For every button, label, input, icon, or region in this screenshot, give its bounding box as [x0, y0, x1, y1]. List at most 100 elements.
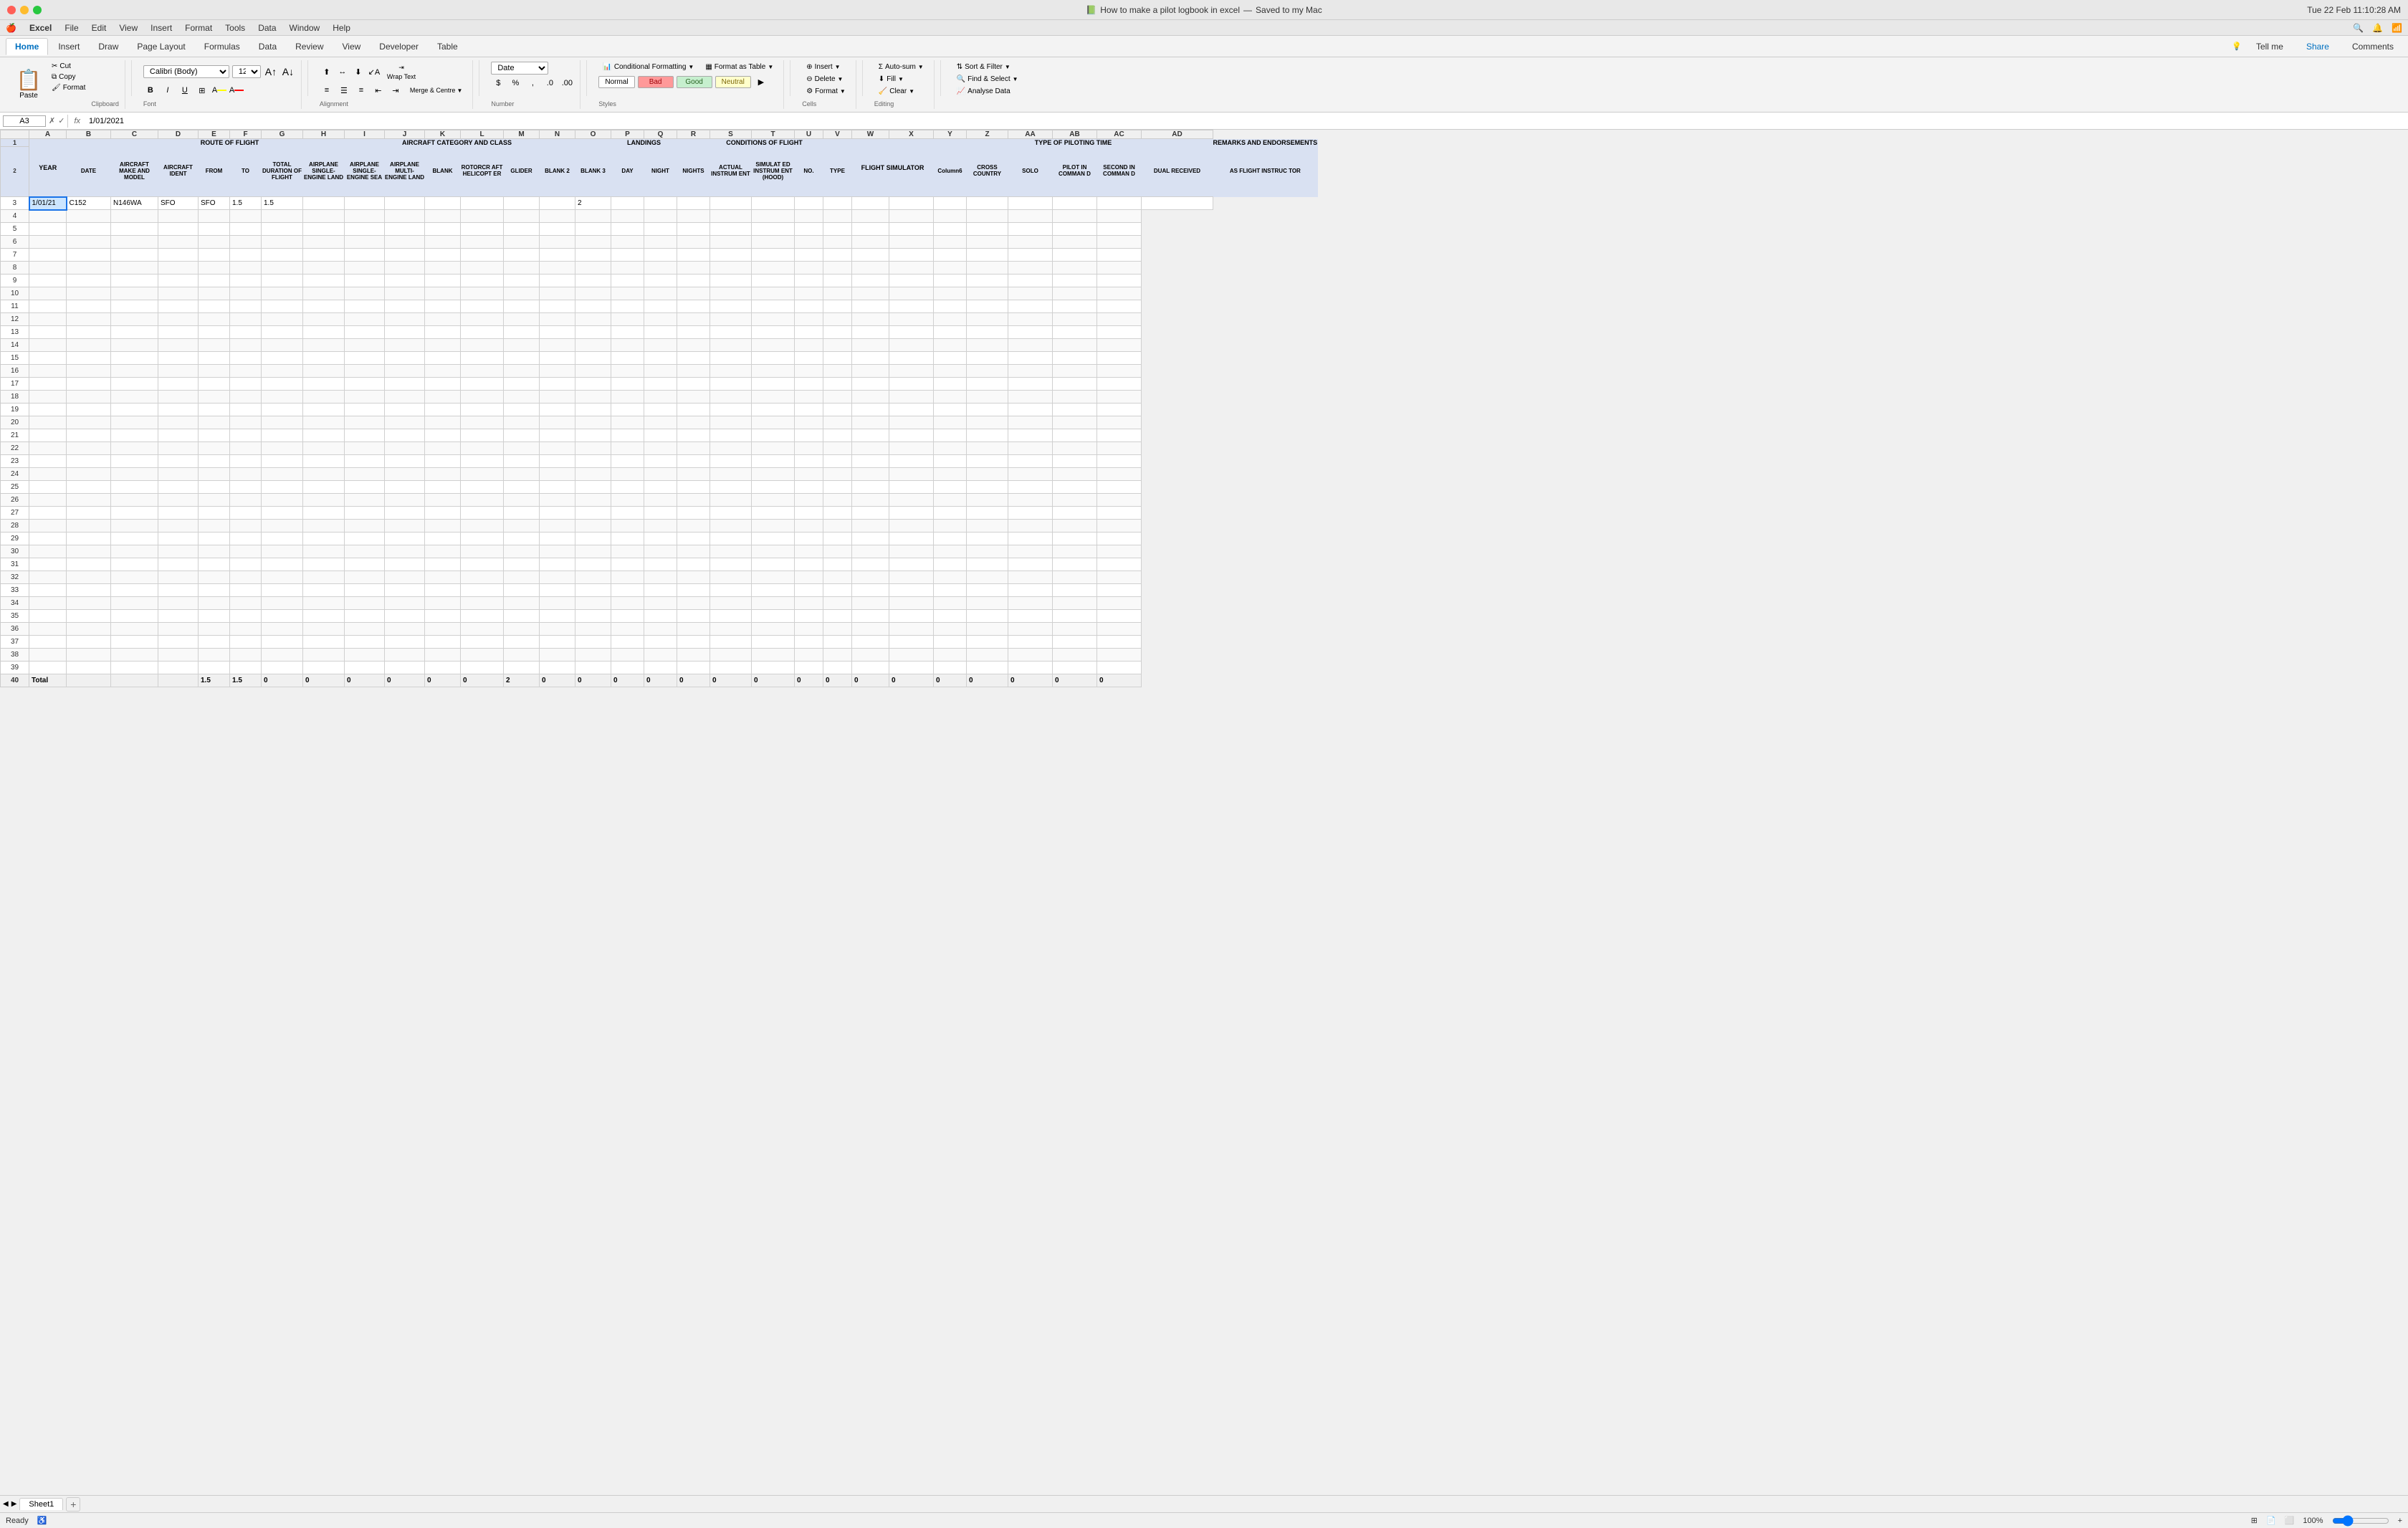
- cell-r12-c18[interactable]: [677, 313, 710, 326]
- cell-r11-c1[interactable]: [29, 300, 67, 313]
- cell-r19-c16[interactable]: [611, 404, 644, 416]
- cell-r19-c28[interactable]: [1053, 404, 1097, 416]
- underline-button[interactable]: U: [178, 83, 192, 97]
- cell-r31-c11[interactable]: [425, 558, 461, 571]
- col-S[interactable]: S: [710, 130, 752, 139]
- cell-r10-c17[interactable]: [644, 287, 677, 300]
- cell-r27-c26[interactable]: [967, 507, 1008, 520]
- cell-r39-c23[interactable]: [852, 662, 889, 674]
- cell-r22-c15[interactable]: [575, 442, 611, 455]
- cell-r30-c11[interactable]: [425, 545, 461, 558]
- cell-r35-c2[interactable]: [67, 610, 111, 623]
- cell-r4-c20[interactable]: [752, 210, 795, 223]
- cell-r27-c5[interactable]: [199, 507, 230, 520]
- cell-r28-c1[interactable]: [29, 520, 67, 533]
- cell-r10-c16[interactable]: [611, 287, 644, 300]
- cell-r29-c15[interactable]: [575, 533, 611, 545]
- cell-r10-c5[interactable]: [199, 287, 230, 300]
- cell-r5-c20[interactable]: [752, 223, 795, 236]
- decrease-font-btn[interactable]: A↓: [281, 65, 295, 79]
- cell-r22-c2[interactable]: [67, 442, 111, 455]
- cell-r25-c11[interactable]: [425, 481, 461, 494]
- cell-r11-c19[interactable]: [710, 300, 752, 313]
- cell-r39-c12[interactable]: [461, 662, 504, 674]
- cell-r34-c8[interactable]: [303, 597, 345, 610]
- cell-r33-c28[interactable]: [1053, 584, 1097, 597]
- cell-r28-c2[interactable]: [67, 520, 111, 533]
- cell-r15-c12[interactable]: [461, 352, 504, 365]
- cell-r30-c28[interactable]: [1053, 545, 1097, 558]
- cell-r28-c4[interactable]: [158, 520, 199, 533]
- cell-r21-c17[interactable]: [644, 429, 677, 442]
- cell-r12-c14[interactable]: [540, 313, 575, 326]
- cell-r25-c29[interactable]: [1097, 481, 1142, 494]
- tab-data[interactable]: Data: [250, 39, 285, 54]
- wrap-text-button[interactable]: ⇥ Wrap Text: [383, 62, 420, 82]
- cell-r26-c10[interactable]: [385, 494, 425, 507]
- col-M[interactable]: M: [504, 130, 540, 139]
- cell-r22-c4[interactable]: [158, 442, 199, 455]
- cell-r27-c22[interactable]: [823, 507, 852, 520]
- cell-r10-c9[interactable]: [345, 287, 385, 300]
- cell-r29-c28[interactable]: [1053, 533, 1097, 545]
- cell-r35-c29[interactable]: [1097, 610, 1142, 623]
- cell-r17-c3[interactable]: [111, 378, 158, 391]
- cell-r17-c12[interactable]: [461, 378, 504, 391]
- cell-r38-c23[interactable]: [852, 649, 889, 662]
- cell-r7-c21[interactable]: [795, 249, 823, 262]
- total-c4[interactable]: [158, 674, 199, 687]
- cell-r33-c29[interactable]: [1097, 584, 1142, 597]
- cell-r38-c9[interactable]: [345, 649, 385, 662]
- cell-r9-c7[interactable]: [262, 274, 303, 287]
- cell-r10-c1[interactable]: [29, 287, 67, 300]
- row-39-header[interactable]: 39: [1, 662, 29, 674]
- col-F[interactable]: F: [230, 130, 262, 139]
- cell-r37-c17[interactable]: [644, 636, 677, 649]
- cell-r20-c18[interactable]: [677, 416, 710, 429]
- cell-r25-c16[interactable]: [611, 481, 644, 494]
- cell-r11-c14[interactable]: [540, 300, 575, 313]
- cell-r7-c3[interactable]: [111, 249, 158, 262]
- cell-r36-c9[interactable]: [345, 623, 385, 636]
- cell-r23-c28[interactable]: [1053, 455, 1097, 468]
- cell-r39-c15[interactable]: [575, 662, 611, 674]
- style-normal[interactable]: Normal: [598, 76, 634, 88]
- align-middle-btn[interactable]: ↔: [335, 65, 350, 79]
- cell-r39-c26[interactable]: [967, 662, 1008, 674]
- cell-r35-c19[interactable]: [710, 610, 752, 623]
- row-4-header[interactable]: 4: [1, 210, 29, 223]
- cell-r37-c5[interactable]: [199, 636, 230, 649]
- cell-r12-c8[interactable]: [303, 313, 345, 326]
- tab-review[interactable]: Review: [287, 39, 332, 54]
- cell-r20-c16[interactable]: [611, 416, 644, 429]
- cell-r10-c4[interactable]: [158, 287, 199, 300]
- cell-r6-c23[interactable]: [852, 236, 889, 249]
- cell-r34-c9[interactable]: [345, 597, 385, 610]
- cell-r36-c8[interactable]: [303, 623, 345, 636]
- cell-r4-c1[interactable]: [29, 210, 67, 223]
- cell-Z3[interactable]: [967, 197, 1008, 210]
- cell-r7-c22[interactable]: [823, 249, 852, 262]
- cell-r18-c3[interactable]: [111, 391, 158, 404]
- cell-r18-c12[interactable]: [461, 391, 504, 404]
- cell-blank2-header[interactable]: BLANK 2: [540, 147, 575, 197]
- cell-r27-c4[interactable]: [158, 507, 199, 520]
- cell-r9-c10[interactable]: [385, 274, 425, 287]
- cell-r17-c16[interactable]: [611, 378, 644, 391]
- row-34-header[interactable]: 34: [1, 597, 29, 610]
- cell-r34-c18[interactable]: [677, 597, 710, 610]
- cell-r4-c27[interactable]: [1008, 210, 1053, 223]
- cell-r36-c25[interactable]: [934, 623, 967, 636]
- cell-r26-c13[interactable]: [504, 494, 540, 507]
- cell-B3[interactable]: C152: [67, 197, 111, 210]
- cell-r33-c26[interactable]: [967, 584, 1008, 597]
- cell-r24-c26[interactable]: [967, 468, 1008, 481]
- cell-r31-c12[interactable]: [461, 558, 504, 571]
- cell-r27-c3[interactable]: [111, 507, 158, 520]
- cell-r15-c1[interactable]: [29, 352, 67, 365]
- clear-button[interactable]: 🧹 Clear ▼: [874, 86, 928, 97]
- cell-r21-c3[interactable]: [111, 429, 158, 442]
- cell-r32-c9[interactable]: [345, 571, 385, 584]
- row-17-header[interactable]: 17: [1, 378, 29, 391]
- col-T[interactable]: T: [752, 130, 795, 139]
